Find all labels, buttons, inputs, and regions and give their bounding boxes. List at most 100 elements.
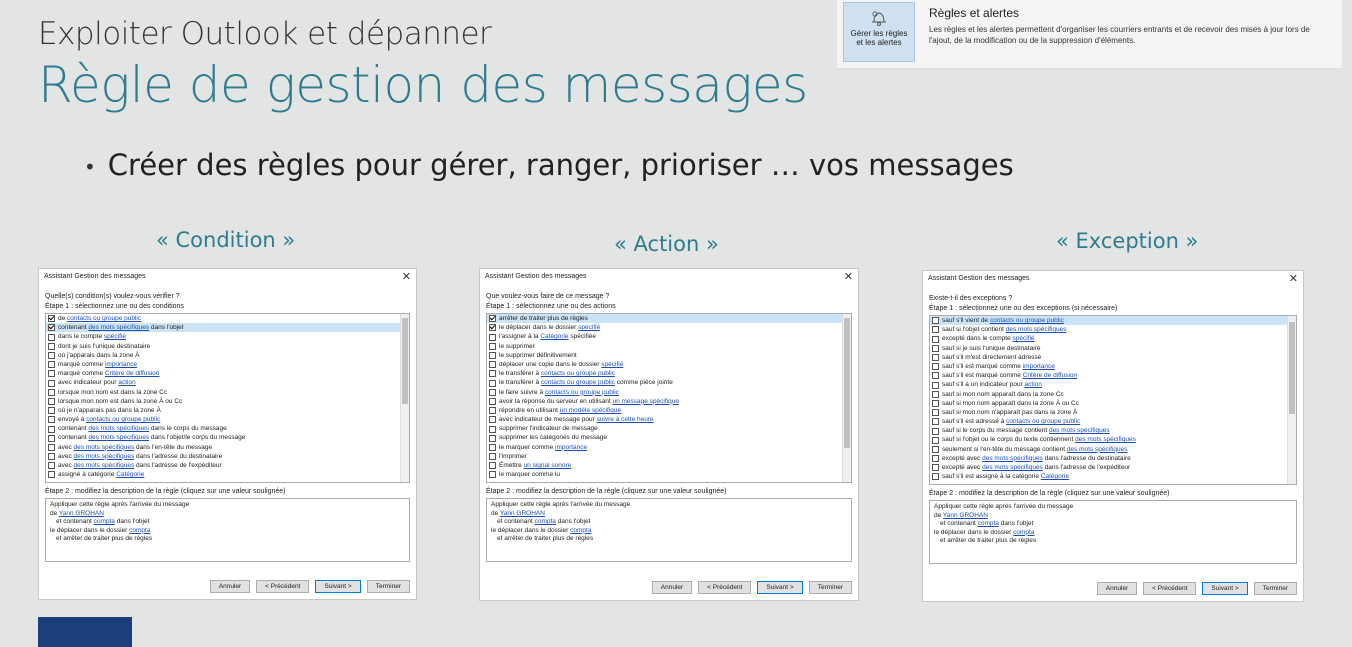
checkbox[interactable] [489, 416, 496, 424]
checkbox[interactable] [48, 315, 55, 323]
list-item[interactable]: avec des mots spécifiques dans l'en-tête… [46, 443, 409, 452]
list-item[interactable]: de contacts ou groupe public [46, 314, 409, 323]
checkbox[interactable] [932, 363, 939, 371]
checkbox[interactable] [48, 443, 55, 451]
checkbox[interactable] [489, 333, 496, 341]
checkbox[interactable] [48, 361, 55, 369]
item-link[interactable]: Catégorie [1041, 473, 1069, 480]
item-link[interactable]: spécifié [104, 333, 126, 340]
checkbox[interactable] [489, 434, 496, 442]
item-link[interactable]: Catégorie [116, 471, 144, 478]
checkbox[interactable] [932, 464, 939, 472]
item-link[interactable]: Critère de diffusion [105, 370, 159, 377]
list-item[interactable]: le marquer comme importance [487, 443, 851, 452]
list-item[interactable]: Émettre un signal sonore [487, 461, 851, 470]
item-link[interactable]: un modèle spécifique [560, 407, 621, 414]
item-link[interactable]: contacts ou groupe public [86, 416, 160, 423]
rule-link[interactable]: compta [978, 520, 999, 527]
list-item[interactable]: le supprimer [487, 342, 851, 351]
list-item[interactable]: sauf si l'objet ou le corps du texte con… [930, 435, 1296, 444]
list-item[interactable]: sauf si je suis l'unique destinataire [930, 344, 1296, 353]
item-link[interactable]: action [1025, 381, 1042, 388]
list-item[interactable]: avec indicateur pour action [46, 378, 409, 387]
item-link[interactable]: Critère de diffusion [1023, 372, 1077, 379]
checkbox[interactable] [932, 409, 939, 417]
checkbox[interactable] [48, 425, 55, 433]
item-link[interactable]: importance [105, 361, 137, 368]
list-item[interactable]: contenant des mots spécifiques dans l'ob… [46, 433, 409, 442]
list-item[interactable]: lorsque mon nom est dans la zone Cc [46, 388, 409, 397]
item-link[interactable]: des mots spécifiques [1049, 427, 1110, 434]
list-item[interactable]: supprimer l'indicateur de message [487, 424, 851, 433]
scrollbar[interactable] [842, 314, 851, 482]
list-item[interactable]: avec indicateur de message pour suivre à… [487, 415, 851, 424]
item-link[interactable]: des mots spécifiques [1067, 446, 1128, 453]
item-link[interactable]: spécifié [1012, 335, 1034, 342]
checkbox[interactable] [932, 473, 939, 481]
list-item[interactable]: l'imprimer [487, 452, 851, 461]
list-item[interactable]: le transférer à contacts ou groupe publi… [487, 378, 851, 387]
checkbox[interactable] [48, 352, 55, 360]
scrollbar-thumb[interactable] [402, 318, 408, 404]
scrollbar[interactable] [400, 314, 409, 482]
rule-link[interactable]: Yann GROHAN [943, 512, 988, 519]
checkbox[interactable] [48, 379, 55, 387]
item-link[interactable]: contacts ou groupe public [1006, 418, 1080, 425]
next-button[interactable]: Suivant > [315, 580, 361, 593]
next-button[interactable]: Suivant > [1202, 582, 1248, 595]
item-link[interactable]: des mots spécifiques [1006, 326, 1067, 333]
checkbox[interactable] [48, 370, 55, 378]
list-item[interactable]: déplacer une copie dans le dossier spéci… [487, 360, 851, 369]
item-link[interactable]: un message spécifique [612, 398, 679, 405]
list-item[interactable]: avec des mots spécifiques dans l'adresse… [46, 452, 409, 461]
checkbox[interactable] [932, 436, 939, 444]
list-item[interactable]: marqué comme importance [46, 360, 409, 369]
checkbox[interactable] [932, 418, 939, 426]
checkbox[interactable] [489, 324, 496, 332]
list-item[interactable]: assigné à catégorie Catégorie [46, 470, 409, 479]
checkbox[interactable] [48, 416, 55, 424]
finish-button[interactable]: Terminer [366, 580, 410, 593]
cancel-button[interactable]: Annuler [1096, 582, 1138, 595]
item-link[interactable]: des mots spécifiques [982, 464, 1043, 471]
scrollbar-thumb[interactable] [1289, 322, 1295, 414]
checkbox[interactable] [932, 390, 939, 398]
checkbox[interactable] [489, 407, 496, 415]
list-item[interactable]: l'assigner à la Catégorie spécifiée [487, 332, 851, 341]
previous-button[interactable]: < Précédent [256, 580, 310, 593]
item-link[interactable]: des mots spécifiques [74, 453, 135, 460]
item-link[interactable]: spécifié [578, 324, 600, 331]
checkbox[interactable] [489, 361, 496, 369]
item-link[interactable]: des mots spécifiques [88, 425, 149, 432]
scrollbar-thumb[interactable] [844, 318, 850, 448]
list-item[interactable]: excepté avec des mots spécifiques dans l… [930, 463, 1296, 472]
next-button[interactable]: Suivant > [757, 581, 803, 594]
item-link[interactable]: contacts ou groupe public [541, 370, 615, 377]
list-item[interactable]: envoyé à contacts ou groupe public [46, 415, 409, 424]
checkbox[interactable] [932, 335, 939, 343]
rule-link[interactable]: compta [129, 527, 150, 534]
list-item[interactable]: seulement si l'en-tête du message contie… [930, 445, 1296, 454]
list-item[interactable]: répondre en utilisant un modèle spécifiq… [487, 406, 851, 415]
item-link[interactable]: contacts ou groupe public [67, 315, 141, 322]
checkbox[interactable] [489, 342, 496, 350]
list-item[interactable]: sauf s'il est assigné à la catégorie Cat… [930, 472, 1296, 481]
item-link[interactable]: importance [555, 444, 587, 451]
list-item[interactable]: où je n'apparais pas dans la zone À [46, 406, 409, 415]
list-item[interactable]: sauf si mon nom apparaît dans la zone Cc [930, 390, 1296, 399]
checkbox[interactable] [489, 397, 496, 405]
checkbox[interactable] [932, 317, 939, 325]
close-icon[interactable]: ✕ [844, 270, 853, 283]
checkbox[interactable] [489, 370, 496, 378]
checkbox[interactable] [489, 453, 496, 461]
checkbox[interactable] [932, 445, 939, 453]
checkbox[interactable] [48, 407, 55, 415]
item-link[interactable]: contacts ou groupe public [541, 379, 615, 386]
list-item[interactable]: arrêter de traiter plus de règles [487, 314, 851, 324]
checkbox[interactable] [489, 352, 496, 360]
checkbox[interactable] [48, 342, 55, 350]
item-link[interactable]: des mots spécifiques [88, 434, 149, 441]
list-item[interactable]: le supprimer définitivement [487, 351, 851, 360]
item-link[interactable]: suivre à cette heure [597, 416, 654, 423]
rule-link[interactable]: Yann GROHAN [59, 510, 104, 517]
